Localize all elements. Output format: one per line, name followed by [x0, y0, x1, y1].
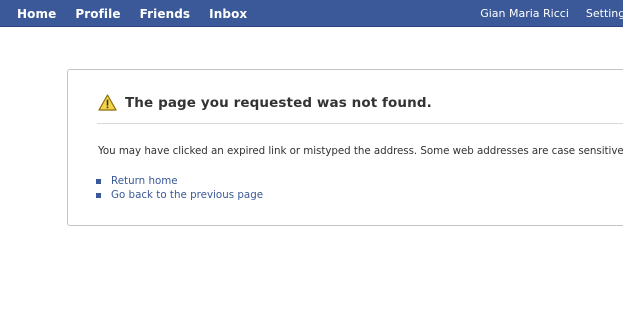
error-message: You may have clicked an expired link or … — [98, 145, 623, 157]
error-title: The page you requested was not found. — [125, 94, 432, 111]
primary-nav: Home Profile Friends Inbox — [17, 0, 266, 27]
error-heading-row: The page you requested was not found. — [98, 94, 432, 111]
divider — [97, 123, 623, 124]
go-back-link[interactable]: Go back to the previous page — [111, 189, 263, 201]
warning-triangle-icon — [98, 94, 117, 111]
account-nav: Gian Maria Ricci Settings — [480, 0, 623, 27]
nav-home-link[interactable]: Home — [17, 7, 56, 21]
square-bullet-icon — [96, 192, 101, 198]
list-item: Go back to the previous page — [96, 188, 263, 202]
top-navigation-bar: Home Profile Friends Inbox Gian Maria Ri… — [0, 0, 623, 27]
nav-inbox-link[interactable]: Inbox — [209, 7, 247, 21]
settings-link[interactable]: Settings — [586, 7, 623, 20]
user-name-link[interactable]: Gian Maria Ricci — [480, 7, 569, 20]
square-bullet-icon — [96, 178, 101, 184]
help-links-list: Return home Go back to the previous page — [96, 174, 263, 202]
error-card: The page you requested was not found. Yo… — [67, 69, 623, 226]
return-home-link[interactable]: Return home — [111, 175, 178, 187]
nav-friends-link[interactable]: Friends — [140, 7, 191, 21]
list-item: Return home — [96, 174, 263, 188]
nav-profile-link[interactable]: Profile — [75, 7, 120, 21]
